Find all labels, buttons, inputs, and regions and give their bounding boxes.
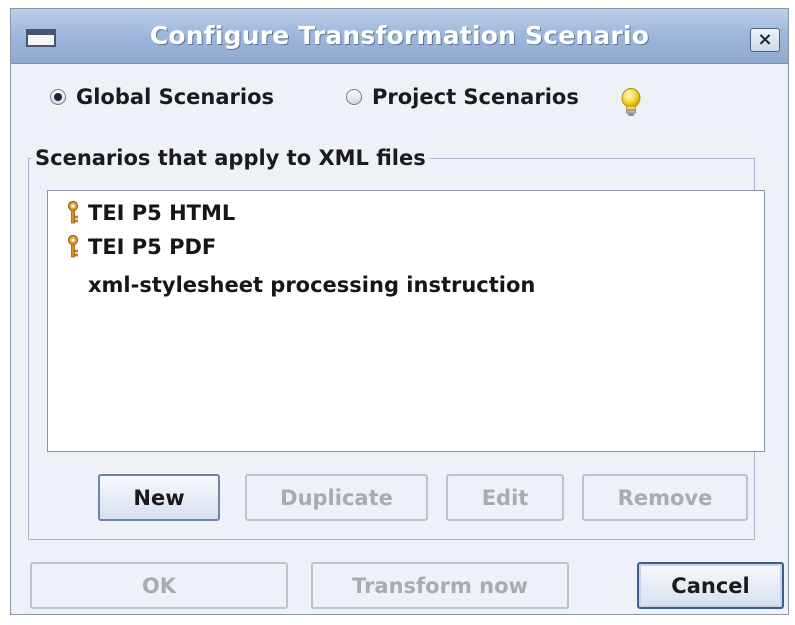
key-icon	[67, 235, 79, 258]
scenario-item-tei-p5-html[interactable]: TEI P5 HTML	[48, 197, 235, 229]
scenario-item-tei-p5-pdf[interactable]: TEI P5 PDF	[48, 231, 216, 263]
new-button[interactable]: New	[98, 474, 220, 521]
scenario-label: xml-stylesheet processing instruction	[88, 273, 536, 297]
duplicate-button[interactable]: Duplicate	[245, 474, 428, 521]
scenario-item-xml-stylesheet[interactable]: xml-stylesheet processing instruction	[48, 269, 535, 301]
window-title: Configure Transformation Scenario	[149, 21, 650, 50]
key-icon	[67, 201, 79, 224]
lightbulb-icon[interactable]	[620, 88, 642, 118]
scenario-label: TEI P5 PDF	[88, 235, 217, 259]
close-button[interactable]: ×	[750, 28, 780, 52]
title-bar[interactable]: Configure Transformation Scenario ×	[11, 9, 788, 64]
transform-now-button[interactable]: Transform now	[311, 562, 569, 609]
ok-button[interactable]: OK	[30, 562, 288, 609]
remove-button[interactable]: Remove	[582, 474, 748, 521]
project-scenarios-radio[interactable]: Project Scenarios	[346, 83, 579, 111]
radio-selected-icon	[50, 89, 66, 105]
scenarios-list[interactable]: TEI P5 HTML TEI P5 PDF xml-stylesheet pr…	[47, 190, 765, 452]
group-legend: Scenarios that apply to XML files	[35, 146, 426, 170]
edit-button[interactable]: Edit	[446, 474, 564, 521]
scenario-label: TEI P5 HTML	[88, 201, 236, 225]
global-scenarios-label: Global Scenarios	[76, 85, 274, 109]
global-scenarios-radio[interactable]: Global Scenarios	[50, 83, 274, 111]
project-scenarios-label: Project Scenarios	[372, 85, 579, 109]
radio-unselected-icon	[346, 89, 362, 105]
cancel-button[interactable]: Cancel	[637, 562, 784, 609]
